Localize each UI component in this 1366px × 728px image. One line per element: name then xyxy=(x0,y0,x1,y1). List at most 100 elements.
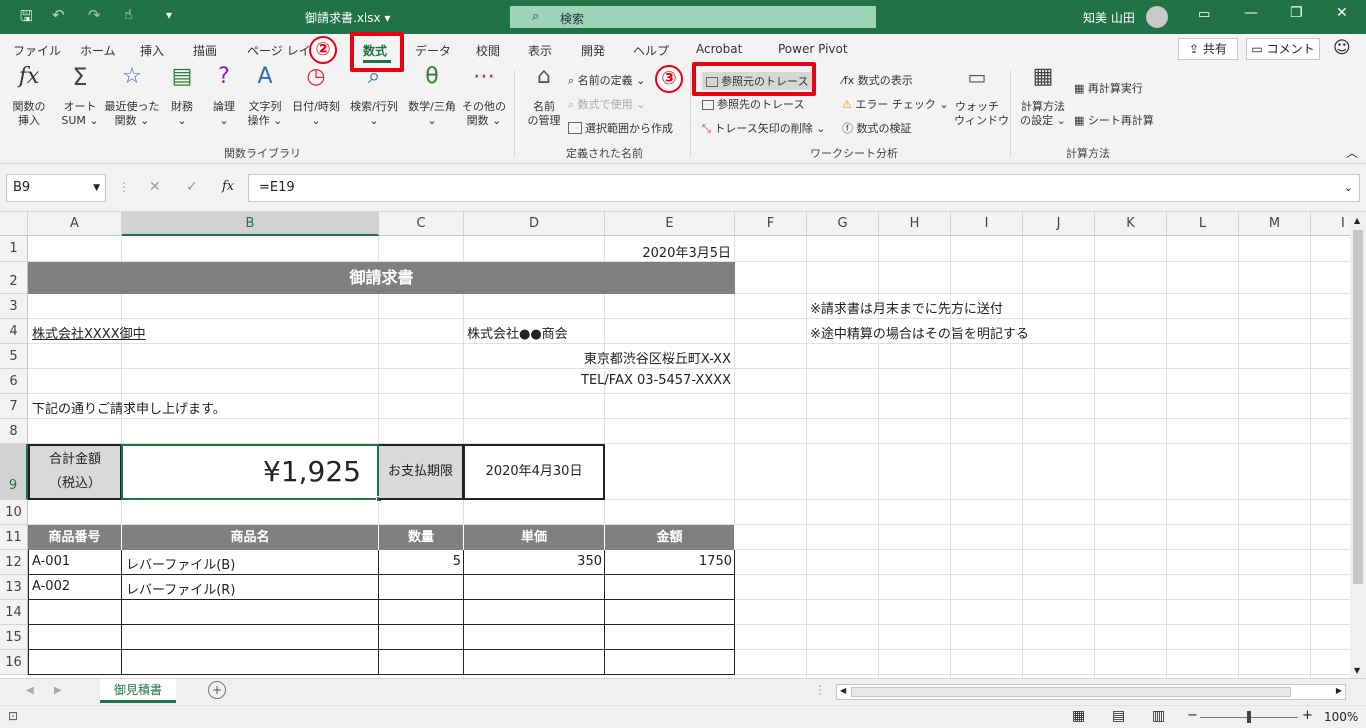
row-header[interactable]: 10 xyxy=(0,500,28,525)
tab-split-icon[interactable]: ⋮ xyxy=(814,683,826,697)
row-header[interactable]: 3 xyxy=(0,294,28,319)
table-header-item-no[interactable]: 商品番号 xyxy=(28,525,122,550)
row-header[interactable]: 4 xyxy=(0,319,28,344)
column-header[interactable]: B xyxy=(122,212,379,236)
text-button[interactable]: A 文字列 操作 ⌄ xyxy=(244,66,286,128)
column-header[interactable]: L xyxy=(1167,212,1239,236)
column-header[interactable]: I xyxy=(951,212,1023,236)
search-box[interactable]: ⌕ 検索 xyxy=(510,6,876,28)
enter-icon[interactable]: ✓ xyxy=(186,179,198,195)
financial-button[interactable]: ▤ 財務 ⌄ xyxy=(164,66,200,128)
h-scroll-thumb[interactable] xyxy=(851,687,1291,697)
scroll-down-icon[interactable]: ▼ xyxy=(1354,666,1360,675)
tab-draw[interactable]: 描画 xyxy=(193,42,217,59)
tab-file[interactable]: ファイル xyxy=(13,42,61,59)
insert-function-icon[interactable]: fx xyxy=(222,179,234,194)
row-header[interactable]: 2 xyxy=(0,262,28,294)
save-icon[interactable]: 🖫 xyxy=(20,6,33,31)
horizontal-scrollbar[interactable]: ◀ ▶ xyxy=(836,684,1346,700)
math-trig-button[interactable]: θ 数学/三角 ⌄ xyxy=(404,66,460,128)
show-formulas-button[interactable]: ⁄fx 数式の表示 xyxy=(842,72,913,88)
column-header[interactable]: G xyxy=(807,212,879,236)
zoom-out-icon[interactable]: − xyxy=(1187,708,1198,723)
tab-power-pivot[interactable]: Power Pivot xyxy=(778,42,848,56)
tab-insert[interactable]: 挿入 xyxy=(140,42,164,59)
table-header-amount[interactable]: 金額 xyxy=(605,525,735,550)
table-row-item-no[interactable]: A-001 xyxy=(32,554,70,569)
column-header[interactable]: D xyxy=(464,212,605,236)
tab-help[interactable]: ヘルプ xyxy=(633,42,669,59)
expand-formula-icon[interactable]: ⌄ xyxy=(1344,175,1353,201)
tab-review[interactable]: 校閲 xyxy=(476,42,500,59)
error-checking-button[interactable]: ⚠ エラー チェック ⌄ xyxy=(842,96,949,112)
invoice-title[interactable]: 御請求書 xyxy=(28,262,735,294)
create-from-selection-button[interactable]: 選択範囲から作成 xyxy=(568,120,673,136)
column-header[interactable]: K xyxy=(1095,212,1167,236)
zoom-in-icon[interactable]: + xyxy=(1302,708,1313,723)
column-header[interactable]: M xyxy=(1239,212,1311,236)
cell-e6-phone[interactable]: TEL/FAX 03-5457-XXXX xyxy=(464,373,731,388)
row-header[interactable]: 14 xyxy=(0,600,28,625)
remove-arrows-button[interactable]: ⤡ トレース矢印の削除 ⌄ xyxy=(702,120,825,136)
row-header[interactable]: 12 xyxy=(0,550,28,575)
evaluate-formula-button[interactable]: ⓕ 数式の検証 xyxy=(842,120,912,136)
calculate-now-button[interactable]: ▦ 再計算実行 xyxy=(1074,80,1143,96)
tab-acrobat[interactable]: Acrobat xyxy=(696,42,742,56)
restore-icon[interactable]: ❐ xyxy=(1290,5,1303,21)
table-header-qty[interactable]: 数量 xyxy=(379,525,464,550)
spreadsheet-grid[interactable]: A B C D E F G H I J K L M I 1 2 3 4 5 6 … xyxy=(0,212,1350,678)
next-sheet-icon[interactable]: ▶ xyxy=(54,685,62,696)
row-header[interactable]: 5 xyxy=(0,344,28,369)
insert-function-button[interactable]: fx 関数の 挿入 xyxy=(8,66,50,128)
use-in-formula-button[interactable]: ⌕ 数式で使用 ⌄ xyxy=(568,96,645,112)
customize-qat-icon[interactable]: ▾ xyxy=(166,8,172,22)
tab-page-layout[interactable]: ページ レイ xyxy=(247,42,311,59)
page-layout-view-icon[interactable]: ▤ xyxy=(1112,708,1125,724)
table-header-item-name[interactable]: 商品名 xyxy=(122,525,379,550)
cell-d4-company[interactable]: 株式会社●●商会 xyxy=(467,323,568,342)
table-header-unit-price[interactable]: 単価 xyxy=(464,525,605,550)
page-break-view-icon[interactable]: ▥ xyxy=(1152,708,1165,724)
smiley-feedback-icon[interactable]: ☺ xyxy=(1333,38,1351,58)
minimize-icon[interactable]: — xyxy=(1244,5,1258,21)
tab-home[interactable]: ホーム xyxy=(80,42,116,59)
cell-a9-total-label[interactable]: 合計金額 （税込） xyxy=(28,444,122,500)
tab-developer[interactable]: 開発 xyxy=(581,42,605,59)
lookup-button[interactable]: ⌕ 検索/行列 ⌄ xyxy=(346,66,402,128)
table-row-amount[interactable]: 1750 xyxy=(605,554,732,569)
logical-button[interactable]: ? 論理 ⌄ xyxy=(206,66,242,128)
cell-g4-note[interactable]: ※途中精算の場合はその旨を明記する xyxy=(810,323,1029,342)
macro-record-icon[interactable]: ⊡ xyxy=(8,709,18,723)
table-row-qty[interactable]: 5 xyxy=(379,554,461,569)
column-header[interactable]: F xyxy=(735,212,807,236)
recently-used-button[interactable]: ☆ 最近使った 関数 ⌄ xyxy=(104,66,160,128)
more-functions-button[interactable]: ⋯ その他の 関数 ⌄ xyxy=(460,66,508,128)
column-header[interactable]: I xyxy=(1311,212,1350,236)
cell-g3-note[interactable]: ※請求書は月末までに先方に送付 xyxy=(810,298,1003,317)
scroll-thumb[interactable] xyxy=(1353,230,1363,584)
cell-b9-total-amount[interactable]: ¥1,925 xyxy=(121,444,379,500)
zoom-level[interactable]: 100% xyxy=(1324,710,1358,724)
date-time-button[interactable]: ◷ 日付/時刻 ⌄ xyxy=(288,66,344,128)
close-icon[interactable]: ✕ xyxy=(1336,5,1348,21)
collapse-ribbon-icon[interactable]: ︿ xyxy=(1346,144,1358,161)
cell-a4-customer[interactable]: 株式会社XXXX御中 xyxy=(32,323,146,342)
autosum-button[interactable]: Σ オート SUM ⌄ xyxy=(58,65,102,128)
row-header[interactable]: 9 xyxy=(0,444,28,500)
avatar[interactable] xyxy=(1146,6,1168,28)
undo-icon[interactable]: ↶ xyxy=(52,6,65,24)
cell-a7-message[interactable]: 下記の通りご請求申し上げます。 xyxy=(32,398,226,417)
table-row-item-name[interactable]: レバーファイル(R) xyxy=(126,579,235,598)
user-name[interactable]: 知美 山田 xyxy=(1083,9,1135,26)
row-header[interactable]: 11 xyxy=(0,525,28,550)
cell-e1[interactable]: 2020年3月5日 xyxy=(605,242,731,261)
redo-icon[interactable]: ↷ xyxy=(88,6,101,24)
calculate-sheet-button[interactable]: ▦ シート再計算 xyxy=(1074,112,1154,128)
vertical-scrollbar[interactable]: ▲ ▼ xyxy=(1350,212,1366,678)
table-row-item-no[interactable]: A-002 xyxy=(32,579,70,594)
row-header[interactable]: 6 xyxy=(0,369,28,394)
column-header[interactable]: A xyxy=(28,212,122,236)
row-header[interactable]: 1 xyxy=(0,236,28,262)
table-row-item-name[interactable]: レバーファイル(B) xyxy=(126,554,235,573)
name-box[interactable]: B9 ▼ xyxy=(6,174,106,202)
